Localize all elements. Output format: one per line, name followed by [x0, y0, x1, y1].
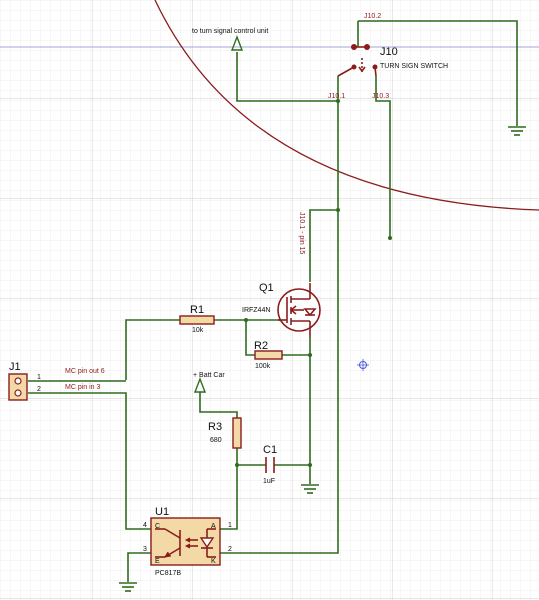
- u1-pin-a: A: [211, 523, 216, 530]
- r3-ref: R3: [208, 421, 222, 433]
- u1-optocoupler-symbol[interactable]: [150, 517, 221, 566]
- mc-pin-in-3-label: MC pin in 3: [65, 384, 101, 391]
- grid-major: [0, 0, 539, 600]
- r3-resistor-symbol[interactable]: [232, 417, 242, 449]
- mc-pin-out-6-label: MC pin out 6: [65, 368, 105, 375]
- j10-ref: J10: [380, 46, 398, 58]
- q1-value: IRFZ44N: [242, 307, 270, 314]
- u1-pin-1: 1: [228, 522, 232, 529]
- c1-value: 1uF: [263, 478, 275, 485]
- r1-value: 10k: [192, 327, 204, 334]
- signal-control-label: to turn signal control unit: [192, 28, 268, 35]
- u1-ref: U1: [155, 506, 169, 518]
- r2-value: 100k: [255, 363, 271, 370]
- j1-pin-1: 1: [37, 374, 41, 381]
- net-label-j10-3: J10.3: [372, 93, 389, 100]
- u1-pin-k: K: [211, 558, 216, 565]
- r2-ref: R2: [254, 340, 268, 352]
- c1-ref: C1: [263, 444, 277, 456]
- j1-pin-2: 2: [37, 386, 41, 393]
- batt-car-label: + Batt Car: [193, 372, 225, 379]
- r2-resistor-symbol[interactable]: [254, 350, 283, 360]
- u1-pin-4: 4: [143, 522, 147, 529]
- u1-pin-c: C: [155, 523, 160, 530]
- q1-ref: Q1: [259, 282, 274, 294]
- schematic-canvas[interactable]: J10 TURN SIGN SWITCH Q1 IRFZ44N R1 10k R…: [0, 0, 539, 600]
- net-label-j10-1: J10.1: [328, 93, 345, 100]
- r1-resistor-symbol[interactable]: [179, 315, 215, 325]
- u1-value: PC817B: [155, 570, 181, 577]
- net-label-j10-2: J10.2: [364, 13, 381, 20]
- r3-value: 680: [210, 437, 222, 444]
- j1-ref: J1: [9, 361, 21, 373]
- net-label-j10-1-pin15: J10.1 - pin 15: [298, 212, 305, 255]
- j1-connector-symbol[interactable]: [8, 373, 28, 401]
- r1-ref: R1: [190, 304, 204, 316]
- j10-value: TURN SIGN SWITCH: [380, 63, 448, 70]
- u1-pin-e: E: [155, 558, 160, 565]
- u1-pin-2: 2: [228, 546, 232, 553]
- u1-pin-3: 3: [143, 546, 147, 553]
